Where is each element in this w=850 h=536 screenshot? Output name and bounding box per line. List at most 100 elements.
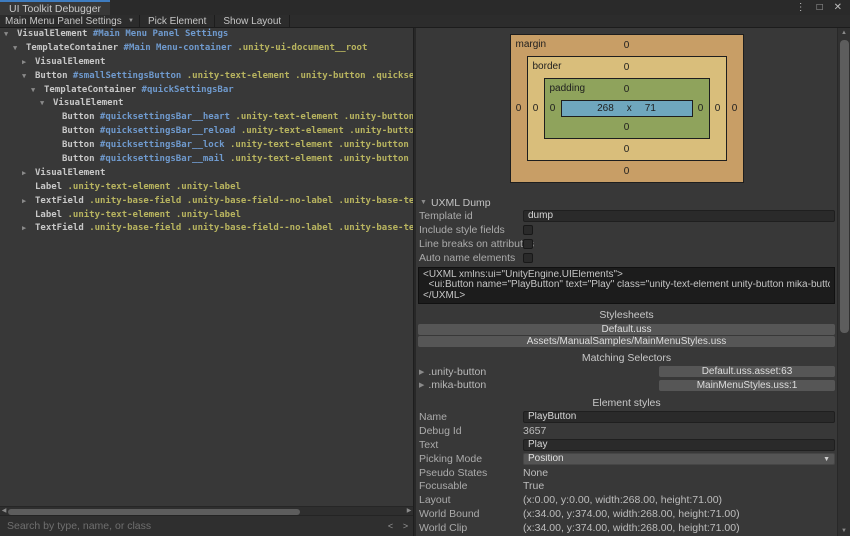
uxml-dump-title: UXML Dump bbox=[430, 196, 491, 209]
collapse-arrow-icon[interactable]: ▼ bbox=[420, 199, 427, 206]
tree-item[interactable]: Label .unity-text-element .unity-label bbox=[0, 209, 413, 223]
tree-item-type: Button bbox=[62, 112, 95, 123]
stylesheet-button[interactable]: Assets/ManualSamples/MainMenuStyles.uss bbox=[418, 336, 835, 348]
dropdown-arrow-icon: ▼ bbox=[823, 455, 830, 463]
tree-item-classes: .unity-text-element .unity-button .quick… bbox=[186, 70, 413, 81]
uxml-code-line: <UXML xmlns:ui="UnityEngine.UIElements"> bbox=[423, 269, 623, 280]
menu-icon[interactable]: ⋮ bbox=[796, 2, 806, 13]
collapse-arrow-icon[interactable]: ▼ bbox=[22, 70, 35, 84]
tree-item[interactable]: ▼ TemplateContainer #Main Menu-container … bbox=[0, 42, 413, 56]
main-content: ▼ VisualElement #Main Menu Panel Settings… bbox=[0, 28, 850, 536]
tree-item[interactable]: ▼ TemplateContainer #quickSettingsBar bbox=[0, 84, 413, 98]
close-icon[interactable]: ✕ bbox=[834, 2, 842, 13]
scroll-left-icon[interactable]: ◀ bbox=[0, 507, 8, 516]
scroll-down-icon[interactable]: ▼ bbox=[838, 528, 850, 534]
picking-mode-dropdown[interactable]: Position ▼ bbox=[523, 452, 835, 465]
details-content: margin 0 0 border 0 0 padding 0 0 268 x … bbox=[416, 28, 837, 536]
border-left-value: 0 bbox=[532, 103, 539, 114]
window-tab[interactable]: UI Toolkit Debugger bbox=[0, 0, 111, 15]
style-value: True bbox=[523, 480, 545, 493]
tree-item[interactable]: Label .unity-text-element .unity-label bbox=[0, 181, 413, 195]
expand-arrow-icon[interactable]: ▶ bbox=[419, 381, 424, 389]
uxml-code-box: <UXML xmlns:ui="UnityEngine.UIElements">… bbox=[418, 266, 835, 305]
tree-item-id: #Main Menu-container bbox=[118, 42, 232, 53]
tree-item-type: Label bbox=[35, 209, 63, 220]
tree-item[interactable]: ▶ TextField .unity-base-field .unity-base… bbox=[0, 195, 413, 209]
search-next-button[interactable]: > bbox=[398, 521, 413, 531]
include-style-fields-checkbox[interactable] bbox=[523, 224, 533, 235]
tree-item-classes: .unity-ui-document__root bbox=[231, 42, 368, 53]
collapse-arrow-icon[interactable]: ▼ bbox=[40, 97, 53, 111]
tree-item[interactable]: ▼ VisualElement bbox=[0, 97, 413, 111]
tree-item[interactable]: ▶ VisualElement bbox=[0, 167, 413, 181]
line-breaks-on-attributes-checkbox[interactable] bbox=[523, 238, 533, 249]
style-value-field[interactable]: PlayButton bbox=[523, 411, 835, 423]
tree-item[interactable]: ▶ TextField .unity-base-field .unity-base… bbox=[0, 222, 413, 236]
search-input[interactable] bbox=[0, 520, 383, 532]
scroll-up-icon[interactable]: ▲ bbox=[838, 30, 850, 36]
uxml-dump-foldout[interactable]: ▼ UXML Dump bbox=[416, 196, 837, 209]
maximize-icon[interactable]: □ bbox=[817, 2, 823, 13]
collapse-arrow-icon[interactable]: ▼ bbox=[4, 28, 17, 42]
checkbox-row: Auto name elements bbox=[416, 251, 837, 265]
border-top-value: 0 bbox=[623, 62, 630, 73]
style-value-field[interactable]: Play bbox=[523, 438, 835, 451]
panel-selector-dropdown[interactable]: Main Menu Panel Settings ▼ bbox=[0, 15, 140, 27]
scroll-right-icon[interactable]: ▶ bbox=[405, 507, 413, 516]
border-right-value: 0 bbox=[714, 103, 721, 114]
style-row: World Bound (x:34.00, y:374.00, width:268… bbox=[416, 507, 837, 521]
panel-selector-label: Main Menu Panel Settings bbox=[5, 15, 122, 27]
tree-item[interactable]: ▶ VisualElement bbox=[0, 56, 413, 70]
template-id-row: Template id bbox=[416, 209, 837, 223]
style-label: Picking Mode bbox=[419, 452, 483, 465]
tree-item-type: VisualElement bbox=[35, 56, 106, 67]
tree-item-type: TextField bbox=[35, 195, 84, 206]
margin-left-value: 0 bbox=[515, 103, 522, 114]
padding-top-value: 0 bbox=[623, 84, 630, 95]
tree-item[interactable]: ▼ Button #smallSettingsButton .unity-text… bbox=[0, 70, 413, 84]
uxml-code-line: <ui:Button name="PlayButton" text="Play"… bbox=[423, 280, 830, 291]
horizontal-scrollbar[interactable]: ◀ ▶ bbox=[0, 506, 413, 515]
details-panel: margin 0 0 border 0 0 padding 0 0 268 x … bbox=[416, 28, 850, 536]
tree-item[interactable]: Button #quicksettingsBar__heart .unity-t… bbox=[0, 111, 413, 125]
tree-item[interactable]: Button #quicksettingsBar__mail .unity-te… bbox=[0, 153, 413, 167]
tree-item[interactable]: Button #quicksettingsBar__reload .unity-… bbox=[0, 125, 413, 139]
dropdown-arrow-icon: ▼ bbox=[128, 18, 134, 24]
tree-item-id: #quicksettingsBar__lock bbox=[94, 140, 225, 151]
show-layout-button[interactable]: Show Layout bbox=[215, 15, 291, 27]
vertical-scrollbar-thumb[interactable] bbox=[840, 40, 849, 333]
style-label: Text bbox=[419, 438, 439, 451]
uxml-checkboxes: Include style fields Line breaks on attri… bbox=[416, 223, 837, 265]
expand-arrow-icon[interactable]: ▶ bbox=[22, 195, 35, 209]
stylesheet-list: Default.uss Assets/ManualSamples/MainMenu… bbox=[416, 323, 837, 348]
auto-name-elements-checkbox[interactable] bbox=[523, 252, 533, 263]
horizontal-scrollbar-thumb[interactable] bbox=[8, 508, 300, 515]
template-id-input[interactable] bbox=[523, 209, 835, 222]
checkbox-row: Include style fields bbox=[416, 223, 837, 237]
expand-arrow-icon[interactable]: ▶ bbox=[22, 167, 35, 181]
style-label: World Clip bbox=[419, 522, 468, 535]
tree-item-id: #quicksettingsBar__mail bbox=[94, 154, 225, 165]
selector-source-button[interactable]: Default.uss.asset:63 bbox=[659, 366, 835, 378]
collapse-arrow-icon[interactable]: ▼ bbox=[31, 84, 44, 98]
tree-item-type: TemplateContainer bbox=[26, 42, 119, 53]
search-prev-button[interactable]: < bbox=[383, 521, 398, 531]
margin-right-value: 0 bbox=[731, 103, 738, 114]
pick-element-button[interactable]: Pick Element bbox=[140, 15, 216, 27]
tree-item-id: #smallSettingsButton bbox=[67, 70, 182, 81]
vertical-scrollbar[interactable]: ▲ ▼ bbox=[837, 28, 850, 536]
selector-source-button[interactable]: MainMenuStyles.uss:1 bbox=[659, 379, 835, 391]
selector-name: .unity-button bbox=[428, 365, 487, 378]
tree-item[interactable]: ▼ VisualElement #Main Menu Panel Settings bbox=[0, 28, 413, 42]
stylesheet-button[interactable]: Default.uss bbox=[418, 323, 835, 335]
tree-item-type: Button bbox=[62, 126, 95, 137]
expand-arrow-icon[interactable]: ▶ bbox=[22, 222, 35, 236]
expand-arrow-icon[interactable]: ▶ bbox=[22, 56, 35, 70]
style-row: Layout (x:0.00, y:0.00, width:268.00, hei… bbox=[416, 493, 837, 507]
margin-bottom-value: 0 bbox=[623, 166, 630, 177]
tree-item[interactable]: Button #quicksettingsBar__lock .unity-te… bbox=[0, 139, 413, 153]
collapse-arrow-icon[interactable]: ▼ bbox=[13, 42, 26, 56]
expand-arrow-icon[interactable]: ▶ bbox=[419, 368, 424, 376]
style-value: (x:34.00, y:374.00, width:268.00, height… bbox=[523, 508, 740, 521]
box-model-diagram: margin 0 0 border 0 0 padding 0 0 268 x … bbox=[416, 28, 837, 188]
